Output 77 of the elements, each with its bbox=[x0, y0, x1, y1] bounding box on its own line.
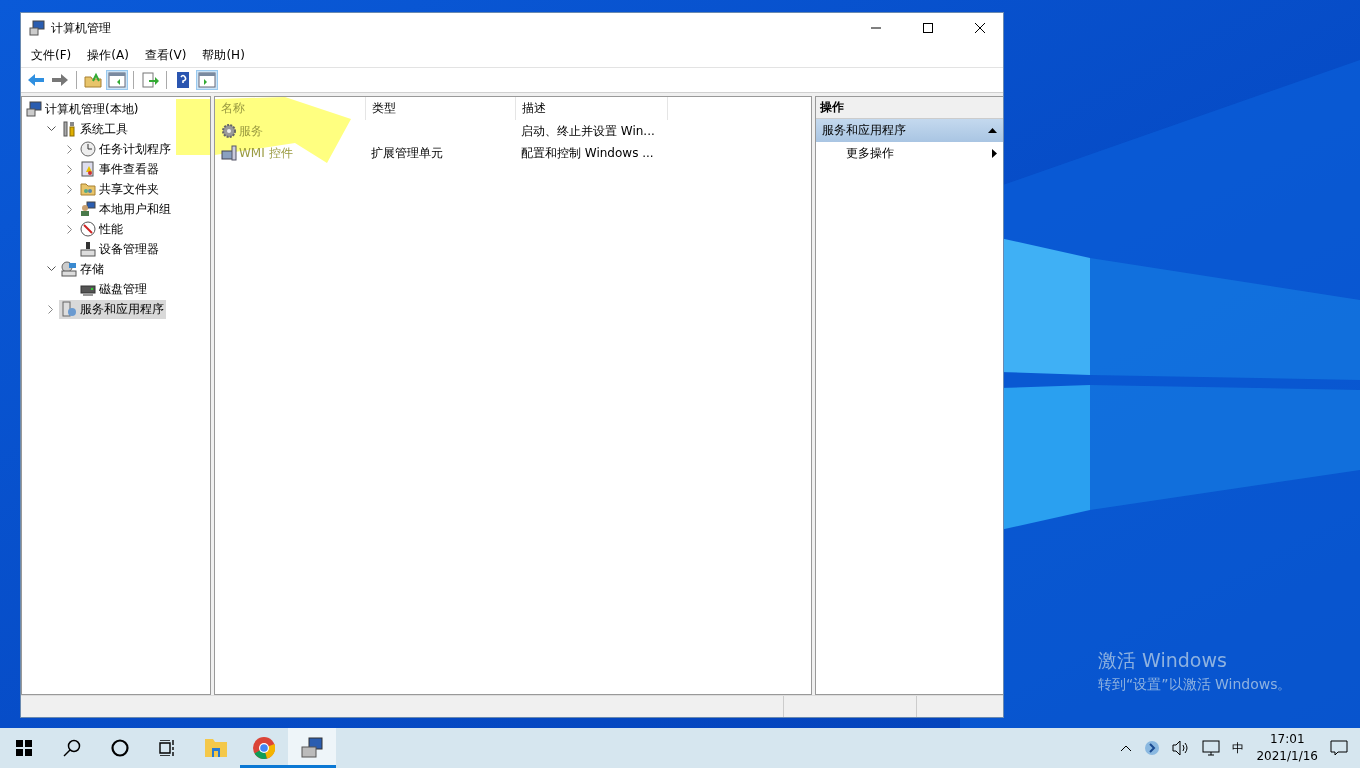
users-icon bbox=[80, 201, 96, 217]
chevron-right-icon[interactable] bbox=[67, 164, 73, 174]
action-item[interactable]: 更多操作 bbox=[816, 142, 1003, 165]
tree-item[interactable]: 任务计划程序 bbox=[78, 139, 173, 159]
column-header[interactable]: 描述 bbox=[515, 97, 667, 120]
network-icon[interactable] bbox=[1202, 740, 1221, 756]
pane-title: 操作 bbox=[816, 97, 1003, 119]
tools-icon bbox=[61, 121, 77, 137]
menu-item[interactable]: 查看(V) bbox=[136, 46, 195, 64]
toolbar-button[interactable] bbox=[196, 70, 218, 90]
menu-item[interactable]: 文件(F) bbox=[23, 46, 80, 64]
chevron-right-icon[interactable] bbox=[67, 224, 73, 234]
folder-up-icon bbox=[84, 72, 102, 88]
taskbar-button[interactable] bbox=[288, 728, 336, 768]
chevron-right-icon[interactable] bbox=[48, 304, 54, 314]
section-header[interactable]: 服务和应用程序 bbox=[816, 119, 1003, 142]
chevron-down-icon[interactable] bbox=[46, 126, 56, 132]
tree-item[interactable]: 事件查看器 bbox=[78, 159, 161, 179]
search-icon bbox=[63, 739, 81, 757]
column-header[interactable]: 类型 bbox=[365, 97, 515, 120]
forward-arrow-icon bbox=[51, 72, 69, 88]
table-cell: 配置和控制 Windows ... bbox=[521, 145, 654, 160]
back-arrow-icon bbox=[27, 72, 45, 88]
chevron-right-icon[interactable] bbox=[67, 184, 73, 194]
window-title: 计算机管理 bbox=[51, 19, 112, 37]
activation-title: 激活 Windows bbox=[1098, 648, 1228, 673]
wmi-icon bbox=[221, 145, 237, 161]
submenu-arrow-icon bbox=[992, 149, 997, 158]
tree-item[interactable]: 性能 bbox=[78, 219, 125, 239]
ring-icon bbox=[111, 739, 129, 757]
computer-icon bbox=[300, 737, 324, 759]
computer-icon bbox=[29, 20, 45, 36]
menu-item[interactable]: 操作(A) bbox=[79, 46, 137, 64]
tree-item[interactable]: 系统工具 bbox=[59, 119, 130, 139]
storage-icon bbox=[61, 261, 77, 277]
activation-text: 转到“设置”以激活 Windows。 bbox=[1098, 676, 1292, 694]
gear-icon bbox=[221, 123, 237, 139]
device-icon bbox=[80, 241, 96, 257]
chevron-right-icon[interactable] bbox=[67, 204, 73, 214]
clock[interactable]: 17:01 2021/1/16 bbox=[1256, 731, 1318, 765]
table-cell: 扩展管理单元 bbox=[371, 145, 443, 160]
chevron-up-icon[interactable] bbox=[1120, 744, 1133, 752]
pane-icon bbox=[198, 72, 216, 88]
folder-icon bbox=[205, 739, 227, 757]
export-icon bbox=[141, 72, 159, 88]
tree-item[interactable]: 服务和应用程序 bbox=[59, 299, 166, 319]
tree-item[interactable]: 磁盘管理 bbox=[78, 279, 149, 299]
log-icon bbox=[80, 161, 96, 177]
chevron-right-icon[interactable] bbox=[67, 144, 73, 154]
highlighter-mark bbox=[176, 97, 210, 157]
start-icon bbox=[16, 740, 32, 756]
tree-item[interactable]: 存储 bbox=[59, 259, 106, 279]
menu-item[interactable]: 帮助(H) bbox=[194, 46, 253, 64]
gauge-icon bbox=[80, 221, 96, 237]
tree-item[interactable]: 共享文件夹 bbox=[78, 179, 161, 199]
chevron-down-icon[interactable] bbox=[46, 266, 56, 272]
input-method[interactable]: 中 bbox=[1232, 739, 1245, 757]
folder-icon bbox=[80, 181, 96, 197]
maximize-icon bbox=[923, 23, 933, 33]
tree-item[interactable]: 设备管理器 bbox=[78, 239, 161, 259]
table-cell: 启动、终止并设置 Win... bbox=[521, 123, 655, 138]
help-icon bbox=[174, 72, 192, 88]
server-icon bbox=[61, 301, 77, 317]
task-view-icon bbox=[159, 740, 177, 756]
clock-icon bbox=[80, 141, 96, 157]
notification-icon[interactable] bbox=[1330, 740, 1348, 756]
security-icon[interactable] bbox=[1144, 740, 1161, 756]
tree-item[interactable]: 计算机管理(本地) bbox=[24, 99, 141, 119]
computer-icon bbox=[26, 101, 42, 117]
toolbar-button[interactable] bbox=[106, 70, 128, 90]
toolbar-button[interactable] bbox=[139, 70, 161, 90]
collapse-triangle-icon[interactable] bbox=[988, 128, 997, 133]
close-icon bbox=[975, 23, 985, 33]
speaker-icon[interactable] bbox=[1172, 740, 1191, 756]
tree-item[interactable]: 本地用户和组 bbox=[78, 199, 173, 219]
pane-icon bbox=[108, 72, 126, 88]
browser-icon bbox=[253, 737, 275, 759]
